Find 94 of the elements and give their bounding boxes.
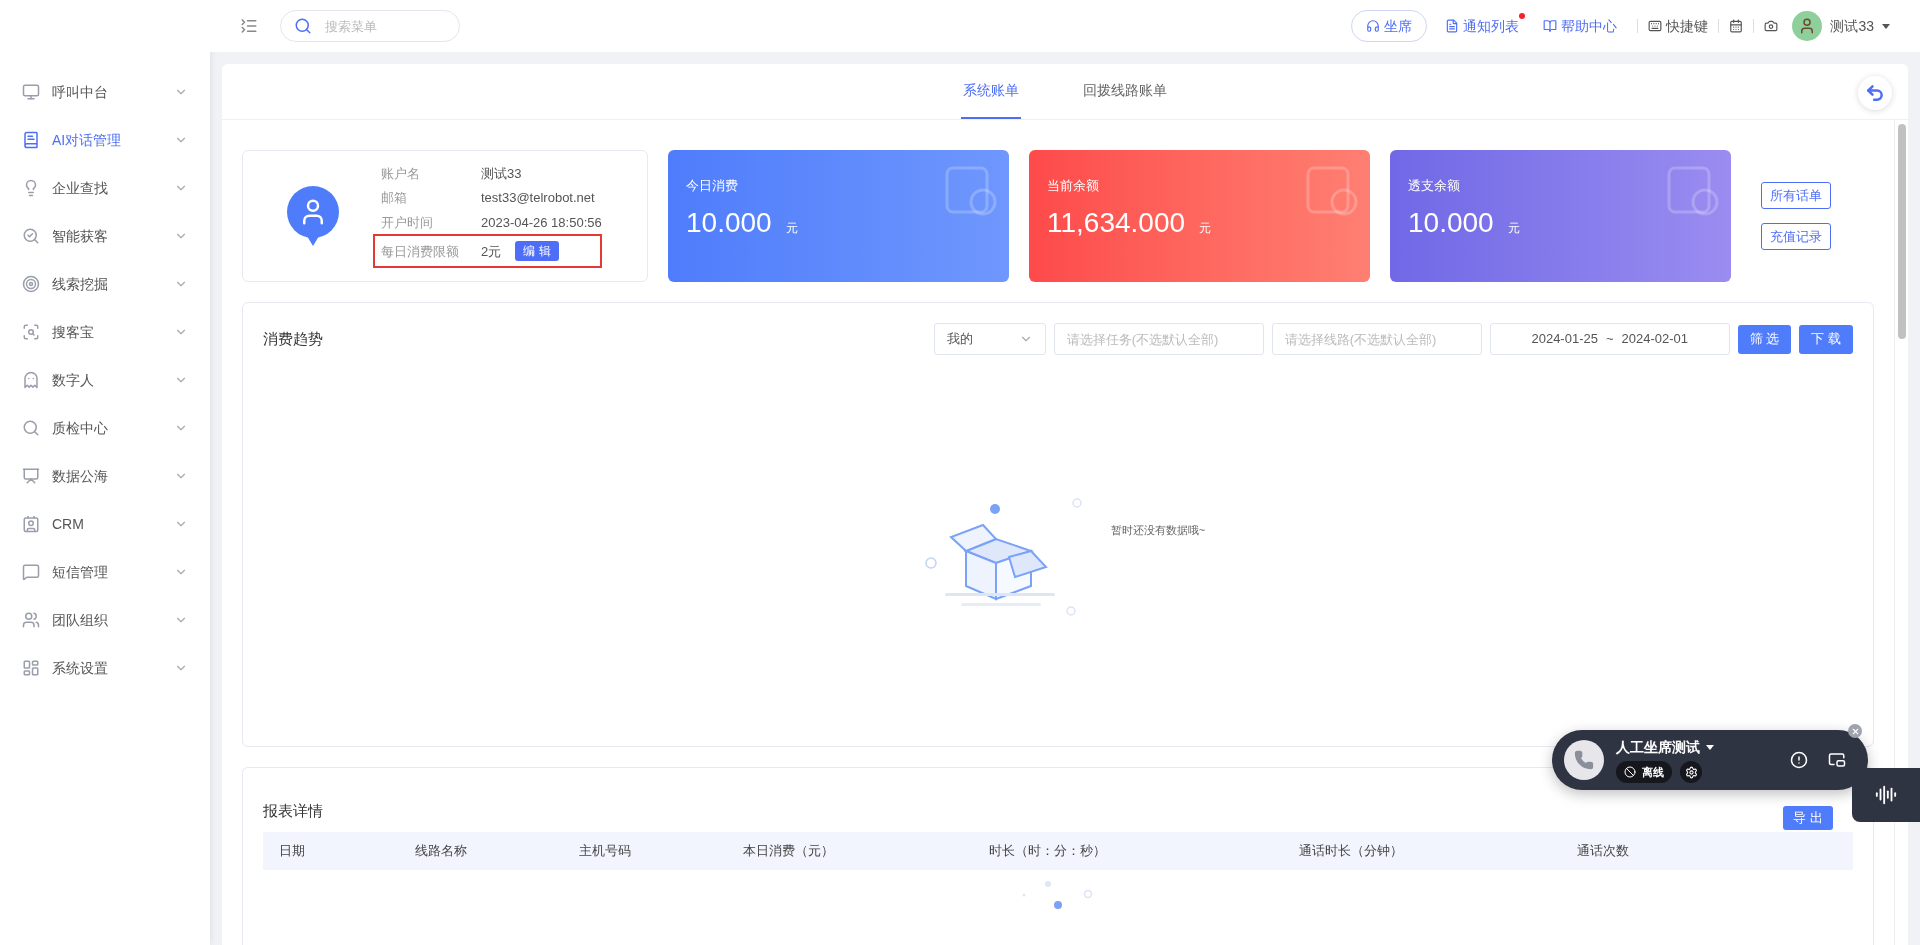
close-icon <box>1850 726 1860 736</box>
caret-icon <box>1706 745 1714 750</box>
keyboard-icon <box>1648 19 1663 33</box>
avatar[interactable] <box>1792 11 1823 41</box>
dashboard-icon <box>22 659 40 677</box>
field-value: 2023-04-26 18:50:56 <box>481 213 602 232</box>
shortcut-link[interactable]: 快捷键 <box>1648 15 1709 37</box>
section-title: 报表详情 <box>263 800 323 821</box>
field-label: 每日消费限额 <box>381 242 460 261</box>
column-header: 线路名称 <box>415 842 468 861</box>
minimize-window-icon[interactable] <box>1828 751 1846 769</box>
chart-icon <box>22 467 40 485</box>
tab[interactable]: 回拨线路账单 <box>1081 63 1169 119</box>
offline-icon <box>1624 766 1636 778</box>
column-header: 日期 <box>279 842 306 861</box>
stat-label: 当前余额 <box>1047 177 1100 195</box>
sidebar-item[interactable]: 呼叫中台 <box>0 68 210 116</box>
field-label: 账户名 <box>381 164 421 183</box>
stat-value: 10.000 <box>1408 205 1494 240</box>
tab[interactable]: 系统账单 <box>961 63 1021 119</box>
date-range-field[interactable]: 2024-01-25 ~ 2024-02-01 <box>1489 323 1730 355</box>
stat-value: 11,634.000 <box>1047 205 1186 240</box>
sidebar-item[interactable]: 企业查找 <box>0 164 210 212</box>
chat-icon <box>22 563 40 581</box>
search-field[interactable]: 搜索菜单 <box>280 10 460 42</box>
stat-label: 透支余额 <box>1408 177 1461 195</box>
stat-unit: 元 <box>1507 219 1520 237</box>
select-field[interactable]: 我的 <box>933 323 1046 355</box>
widget-title[interactable]: 人工坐席测试 <box>1616 737 1714 758</box>
sidebar-item[interactable]: 线索挖掘 <box>0 260 210 308</box>
column-header: 主机号码 <box>579 842 632 861</box>
ghost-icon <box>22 371 40 389</box>
back-arrow-icon <box>1865 83 1885 103</box>
status-pill[interactable]: 离线 <box>1616 761 1672 783</box>
contact-icon <box>22 515 40 533</box>
export-button[interactable]: 导 出 <box>1783 806 1833 830</box>
sidebar-item[interactable]: 智能获客 <box>0 212 210 260</box>
sidebar-item[interactable]: 系统设置 <box>0 644 210 692</box>
monitor-icon <box>22 83 40 101</box>
column-header: 时长（时：分：秒） <box>989 842 1107 861</box>
document-icon <box>1445 19 1460 33</box>
column-header: 通话时长（分钟） <box>1299 842 1404 861</box>
line-field[interactable]: 请选择线路(不选默认全部) <box>1271 323 1482 355</box>
sidebar-item[interactable]: 数据公海 <box>0 452 210 500</box>
close-button[interactable] <box>1848 724 1862 738</box>
camera-icon[interactable] <box>1764 19 1779 33</box>
stat-unit: 元 <box>785 219 798 237</box>
search-icon <box>294 17 312 35</box>
section-title: 消费趋势 <box>263 328 323 349</box>
target-icon <box>22 275 40 293</box>
magnifier-icon <box>22 419 40 437</box>
stat-value: 10.000 <box>686 205 772 240</box>
headset-icon <box>1366 19 1381 33</box>
field-label: 开户时间 <box>381 213 434 232</box>
edit-button[interactable]: 编 辑 <box>515 241 559 262</box>
user-name[interactable]: 测试33 <box>1830 15 1874 37</box>
chat-button[interactable] <box>1852 768 1920 822</box>
sidebar-item[interactable]: 数字人 <box>0 356 210 404</box>
magnifier-icon <box>22 227 40 245</box>
field-label: 邮箱 <box>381 189 408 208</box>
outline-button[interactable]: 充值记录 <box>1761 223 1831 250</box>
voice-message-icon <box>1875 784 1897 806</box>
alert-icon[interactable] <box>1790 751 1808 769</box>
magnifier-icon <box>22 323 40 341</box>
stat-unit: 元 <box>1199 219 1212 237</box>
sidebar-item[interactable]: 质检中心 <box>0 404 210 452</box>
calendar-icon[interactable] <box>1729 19 1744 33</box>
empty-text: 暂时还没有数据哦~ <box>1110 523 1206 539</box>
sidebar-item[interactable]: 短信管理 <box>0 548 210 596</box>
sidebar-item[interactable]: CRM <box>0 500 210 548</box>
field-value: 测试33 <box>481 164 522 183</box>
account-avatar-icon <box>287 186 339 246</box>
sidebar-item[interactable]: 搜客宝 <box>0 308 210 356</box>
header-link[interactable]: 帮助中心 <box>1543 12 1624 40</box>
task-field[interactable]: 请选择任务(不选默认全部) <box>1053 323 1264 355</box>
field-value: test33@telrobot.net <box>481 189 595 208</box>
stat-label: 今日消费 <box>686 177 739 195</box>
primary-button[interactable]: 下 载 <box>1799 324 1853 354</box>
primary-button[interactable]: 筛 选 <box>1737 324 1792 354</box>
column-header: 通话次数 <box>1577 842 1630 861</box>
phone-icon <box>1574 750 1594 770</box>
outline-button[interactable]: 所有话单 <box>1761 182 1831 209</box>
column-header: 本日消费（元） <box>743 842 835 861</box>
menu-icon[interactable] <box>240 17 258 35</box>
book-icon <box>22 131 40 149</box>
sidebar-item[interactable]: AI对话管理 <box>0 116 210 164</box>
settings-icon <box>1684 765 1698 779</box>
users-icon <box>22 611 40 629</box>
caret-icon[interactable] <box>1882 23 1890 29</box>
book-icon <box>1543 19 1558 33</box>
field-value: 2元 <box>481 242 502 261</box>
sidebar-item[interactable]: 团队组织 <box>0 596 210 644</box>
settings-button[interactable] <box>1680 761 1702 783</box>
header-link[interactable]: 通知列表 <box>1445 12 1526 40</box>
